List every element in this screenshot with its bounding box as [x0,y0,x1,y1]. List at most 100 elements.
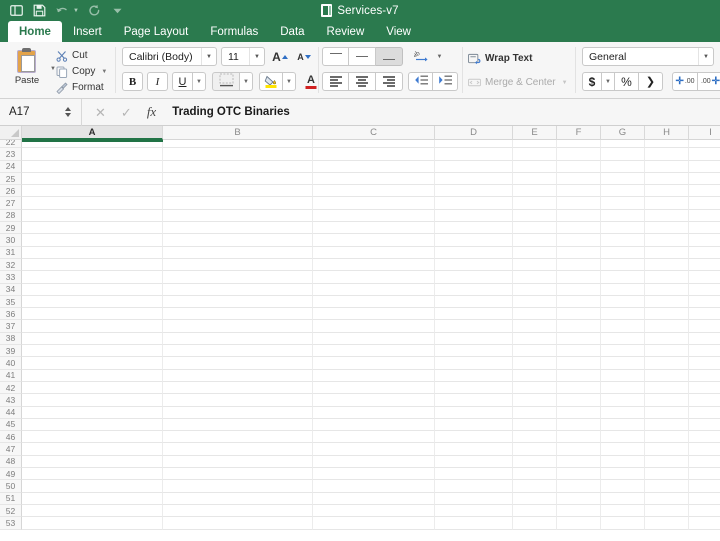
row-header-53[interactable]: 53 [0,517,22,529]
cell-G43[interactable] [601,394,645,406]
borders-button[interactable] [212,72,240,91]
cell-H43[interactable] [645,394,689,406]
cell-I41[interactable] [689,370,720,382]
cell-I50[interactable] [689,480,720,492]
cell-F32[interactable] [557,259,601,271]
cell-H35[interactable] [645,296,689,308]
cell-A44[interactable] [22,407,163,419]
row-header-45[interactable]: 45 [0,419,22,431]
cell-F26[interactable] [557,185,601,197]
row-header-33[interactable]: 33 [0,271,22,283]
cell-D51[interactable] [435,493,513,505]
cell-I49[interactable] [689,468,720,480]
cell-A52[interactable] [22,505,163,517]
cell-F31[interactable] [557,247,601,259]
cell-A45[interactable] [22,419,163,431]
row-header-40[interactable]: 40 [0,357,22,369]
cell-E42[interactable] [513,382,557,394]
row-header-48[interactable]: 48 [0,456,22,468]
cell-A33[interactable] [22,271,163,283]
cell-H24[interactable] [645,161,689,173]
cell-F28[interactable] [557,210,601,222]
cell-F51[interactable] [557,493,601,505]
cell-G31[interactable] [601,247,645,259]
cell-C31[interactable] [313,247,435,259]
cell-D38[interactable] [435,333,513,345]
cell-C46[interactable] [313,431,435,443]
cell-F44[interactable] [557,407,601,419]
cell-C32[interactable] [313,259,435,271]
comma-style-button[interactable]: ❯ [639,72,663,91]
cell-C34[interactable] [313,284,435,296]
cell-F41[interactable] [557,370,601,382]
cell-F50[interactable] [557,480,601,492]
cell-A32[interactable] [22,259,163,271]
italic-button[interactable]: I [147,72,168,91]
row-header-24[interactable]: 24 [0,161,22,173]
align-top-button[interactable] [322,47,349,66]
fill-color-chevron-down-icon[interactable]: ▼ [283,72,296,91]
row-header-36[interactable]: 36 [0,308,22,320]
cell-F52[interactable] [557,505,601,517]
cell-B27[interactable] [163,197,313,209]
cell-E34[interactable] [513,284,557,296]
cell-A30[interactable] [22,234,163,246]
copy-button[interactable]: Copy ▼ [55,64,107,79]
cell-A49[interactable] [22,468,163,480]
cell-E40[interactable] [513,357,557,369]
cell-H26[interactable] [645,185,689,197]
cell-F22[interactable] [557,140,601,148]
cell-D50[interactable] [435,480,513,492]
number-format-chevron-down-icon[interactable]: ▼ [698,48,713,65]
cell-A25[interactable] [22,173,163,185]
formula-bar-input[interactable]: Trading OTC Binaries [156,106,290,118]
cell-A51[interactable] [22,493,163,505]
cell-G42[interactable] [601,382,645,394]
cell-I51[interactable] [689,493,720,505]
name-box-spinner[interactable] [62,107,74,117]
cell-B43[interactable] [163,394,313,406]
cell-H25[interactable] [645,173,689,185]
cell-E53[interactable] [513,517,557,529]
row-header-27[interactable]: 27 [0,197,22,209]
customize-toolbar-chevron-down-icon[interactable] [111,4,125,18]
cell-B53[interactable] [163,517,313,529]
cell-D25[interactable] [435,173,513,185]
cell-F53[interactable] [557,517,601,529]
cell-G32[interactable] [601,259,645,271]
cell-B26[interactable] [163,185,313,197]
row-header-50[interactable]: 50 [0,480,22,492]
cell-B23[interactable] [163,148,313,160]
cell-D52[interactable] [435,505,513,517]
cell-B40[interactable] [163,357,313,369]
row-header-37[interactable]: 37 [0,320,22,332]
cell-E43[interactable] [513,394,557,406]
cell-G48[interactable] [601,456,645,468]
cell-D53[interactable] [435,517,513,529]
cell-E41[interactable] [513,370,557,382]
undo-arrow-icon[interactable] [55,4,69,18]
cell-A24[interactable] [22,161,163,173]
cell-I47[interactable] [689,443,720,455]
cell-B39[interactable] [163,345,313,357]
decrease-font-size-button[interactable]: A [293,47,315,66]
cell-H49[interactable] [645,468,689,480]
cell-H32[interactable] [645,259,689,271]
cell-C23[interactable] [313,148,435,160]
row-header-30[interactable]: 30 [0,234,22,246]
cell-D45[interactable] [435,419,513,431]
cell-B35[interactable] [163,296,313,308]
cell-D36[interactable] [435,308,513,320]
row-header-38[interactable]: 38 [0,333,22,345]
cell-B45[interactable] [163,419,313,431]
cell-D42[interactable] [435,382,513,394]
cell-H28[interactable] [645,210,689,222]
cell-F38[interactable] [557,333,601,345]
cell-B30[interactable] [163,234,313,246]
row-header-44[interactable]: 44 [0,407,22,419]
cell-G53[interactable] [601,517,645,529]
cell-I36[interactable] [689,308,720,320]
cell-B37[interactable] [163,320,313,332]
underline-chevron-down-icon[interactable]: ▼ [193,72,206,91]
cell-I35[interactable] [689,296,720,308]
